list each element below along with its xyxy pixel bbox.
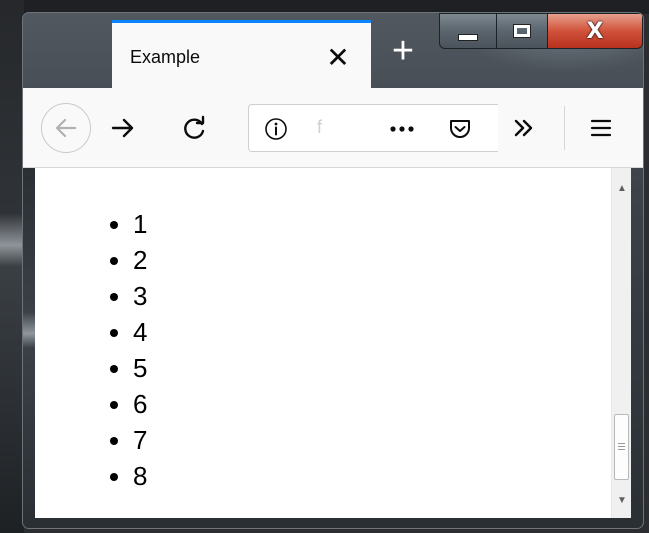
list-item: 8 (133, 458, 147, 494)
menu-button[interactable] (579, 106, 623, 150)
list-item: 7 (133, 422, 147, 458)
maximize-button[interactable] (496, 13, 548, 49)
list-item: 1 (133, 206, 147, 242)
page-actions-icon[interactable] (387, 119, 417, 139)
list-item: 6 (133, 386, 147, 422)
list-item: 5 (133, 350, 147, 386)
url-text: f (317, 117, 323, 137)
new-tab-button[interactable]: + (381, 29, 425, 73)
scrollbar-thumb[interactable] (614, 414, 629, 480)
toolbar-separator (564, 106, 565, 150)
url-bar[interactable]: f (248, 104, 498, 152)
forward-button[interactable] (101, 106, 145, 150)
list-item: 3 (133, 278, 147, 314)
page-content: 1 2 3 4 5 6 7 8 (35, 168, 611, 518)
forward-arrow-icon (111, 118, 134, 138)
window-bottom-frame (35, 518, 631, 528)
bullet-list: 1 2 3 4 5 6 7 8 (35, 206, 147, 494)
browser-window: Example ✕ + X f • 1 • 2 • 3 • 4 • 5 • 6 … (22, 12, 644, 529)
window-close-button[interactable]: X (547, 13, 643, 49)
desktop-background-left (0, 0, 24, 533)
tab-close-icon[interactable]: ✕ (320, 39, 356, 75)
navigation-toolbar: f (23, 88, 643, 168)
scroll-up-icon[interactable]: ▲ (612, 174, 632, 202)
back-button[interactable] (41, 103, 91, 153)
vertical-scrollbar[interactable]: ▲ ▼ (611, 168, 631, 518)
maximize-icon (513, 24, 531, 38)
tab-title: Example (130, 47, 201, 67)
pocket-icon[interactable] (447, 116, 473, 142)
window-close-icon: X (586, 18, 604, 44)
minimize-icon (458, 33, 478, 41)
reload-icon (184, 115, 205, 139)
tab-example[interactable]: Example ✕ (112, 20, 371, 88)
overflow-button[interactable] (502, 106, 546, 150)
minimize-button[interactable] (439, 13, 497, 49)
list-item: 2 (133, 242, 147, 278)
grip-icon (618, 442, 625, 452)
info-icon[interactable] (263, 116, 289, 142)
overflow-chevron-icon (514, 119, 533, 137)
back-arrow-icon (55, 118, 77, 138)
list-item: 4 (133, 314, 147, 350)
window-left-frame (23, 168, 35, 528)
hamburger-menu-icon (590, 119, 612, 137)
reload-button[interactable] (173, 106, 217, 150)
scroll-down-icon[interactable]: ▼ (612, 486, 632, 514)
